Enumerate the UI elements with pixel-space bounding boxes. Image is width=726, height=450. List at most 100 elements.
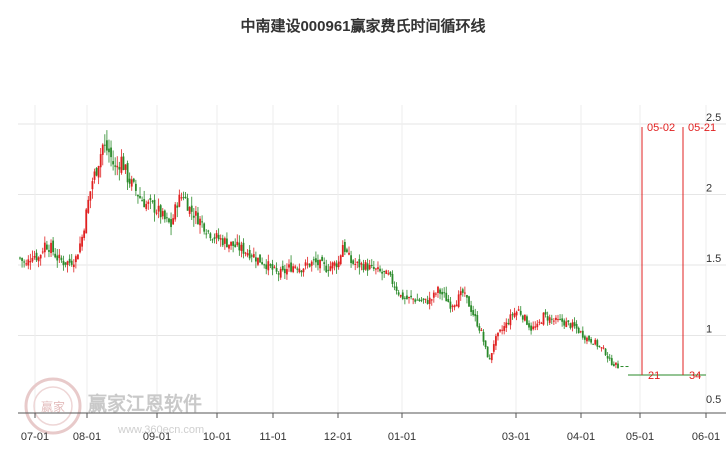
candle-body	[445, 292, 448, 302]
candle-body	[401, 292, 404, 300]
candle-body	[540, 322, 543, 324]
candle-body	[511, 314, 514, 316]
candle-body	[526, 316, 528, 325]
candle-body	[163, 210, 166, 220]
candle-body	[201, 221, 203, 223]
candle-body	[615, 362, 617, 365]
candle-body	[503, 326, 506, 331]
candle-body	[302, 268, 305, 273]
candle-body	[232, 241, 235, 246]
candle-body	[534, 326, 537, 328]
candle-body	[54, 253, 57, 258]
candle-body	[180, 197, 183, 199]
candle-body	[81, 236, 83, 247]
x-tick-label: 06-01	[692, 431, 720, 443]
candle-body	[228, 244, 230, 249]
candle-body	[499, 329, 501, 332]
candle-body	[555, 317, 557, 321]
candle-body	[64, 262, 67, 265]
candle-body	[393, 286, 396, 288]
candle-body	[238, 242, 241, 251]
candle-body	[178, 194, 181, 207]
candle-body	[329, 266, 332, 271]
candle-body	[184, 196, 187, 199]
candle-body	[548, 317, 551, 323]
candle-body	[321, 256, 324, 261]
candle-body	[538, 321, 541, 323]
candle-body	[364, 262, 367, 270]
candle-body	[203, 223, 206, 232]
candle-body	[459, 291, 462, 296]
candle-body	[304, 262, 307, 266]
candle-body	[110, 147, 112, 158]
candle-body	[153, 199, 156, 213]
candle-body	[246, 253, 249, 256]
candle-body	[120, 156, 123, 173]
candle-body	[236, 241, 239, 245]
candle-body	[157, 205, 160, 212]
candle-body	[557, 319, 559, 321]
candle-body	[610, 358, 613, 365]
candle-body	[209, 233, 212, 239]
candle-body	[501, 329, 504, 331]
candle-body	[505, 322, 508, 328]
candle-body	[354, 263, 357, 265]
candle-body	[74, 256, 77, 263]
candle-body	[286, 269, 288, 275]
candle-body	[449, 301, 452, 309]
candle-body	[176, 205, 179, 208]
candle-body	[265, 264, 268, 270]
candle-body	[259, 254, 261, 263]
candle-body	[155, 212, 158, 214]
candle-body	[451, 305, 454, 307]
candle-body	[43, 242, 46, 253]
candle-body	[588, 335, 590, 341]
candle-body	[70, 260, 73, 265]
candle-body	[101, 144, 104, 155]
candle-body	[37, 257, 40, 262]
candle-body	[35, 252, 38, 261]
candle-body	[528, 323, 530, 328]
candle-body	[532, 326, 535, 330]
candle-body	[410, 295, 412, 298]
candle-body	[223, 238, 226, 244]
candle-body	[21, 258, 23, 261]
candle-body	[480, 329, 483, 331]
candle-body	[290, 262, 292, 272]
candle-body	[174, 204, 177, 220]
fib-cycle-lines: 05-022105-2134	[628, 122, 716, 382]
fib-time-cycle-chart: 中南建设000961赢家费氏时间循环线 赢家 赢家江恩软件 www.360ecn…	[18, 17, 726, 443]
candle-body	[418, 299, 421, 301]
candle-body	[261, 262, 263, 265]
candle-body	[310, 261, 313, 266]
candle-body	[31, 257, 34, 262]
candle-body	[323, 262, 326, 264]
candle-body	[85, 209, 88, 234]
candle-body	[279, 268, 282, 278]
candle-body	[271, 264, 274, 270]
candle-body	[546, 316, 549, 321]
candle-body	[339, 255, 342, 265]
candle-body	[190, 205, 193, 212]
candle-body	[226, 238, 228, 248]
candle-body	[414, 299, 417, 302]
candle-body	[569, 323, 572, 329]
candle-body	[298, 268, 301, 273]
x-tick-label: 04-01	[567, 431, 595, 443]
candle-body	[77, 254, 79, 260]
candle-body	[91, 181, 94, 190]
y-tick-label: 0.5	[706, 394, 721, 406]
candle-body	[137, 194, 139, 197]
candle-body	[335, 263, 338, 268]
candle-body	[221, 238, 224, 246]
candle-body	[145, 203, 148, 209]
chart-title: 中南建设000961赢家费氏时间循环线	[240, 17, 485, 35]
candle-body	[331, 262, 334, 269]
candle-body	[420, 300, 423, 302]
candle-body	[312, 259, 315, 261]
candle-body	[590, 339, 593, 343]
candle-body	[269, 264, 272, 266]
candle-body	[215, 233, 218, 238]
candle-body	[389, 271, 392, 275]
candle-body	[213, 237, 216, 240]
